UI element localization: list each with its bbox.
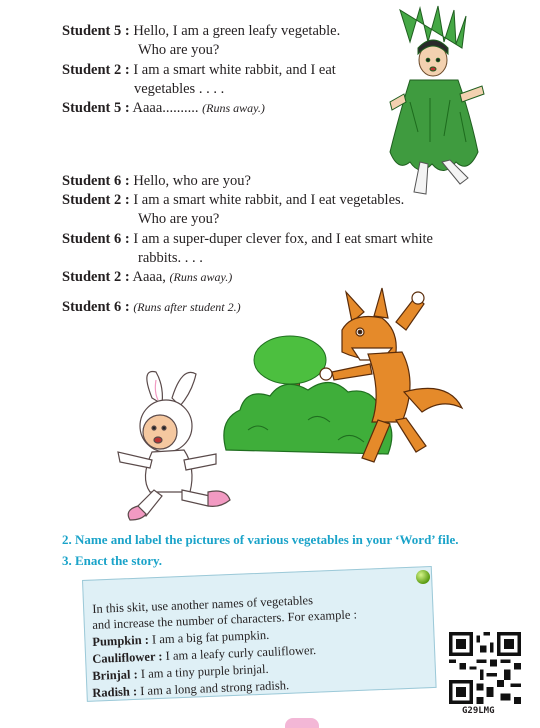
leafy-vegetable-illustration xyxy=(389,5,485,195)
dialogue-continuation: Who are you? xyxy=(138,42,220,58)
example-label: Radish : xyxy=(92,684,138,700)
rabbit-illustration xyxy=(117,370,231,521)
speaker-label: Student 5 : xyxy=(62,100,130,116)
dialogue-continuation: Who are you? xyxy=(138,211,220,227)
stage-direction: (Runs away.) xyxy=(202,101,265,115)
page-tab xyxy=(285,718,319,728)
speaker-label: Student 6 : xyxy=(62,231,130,247)
dialogue-text: Hello, I am a green leafy vegetable. xyxy=(133,23,341,39)
dialogue-text: I am a smart white rabbit, and I eat veg… xyxy=(133,192,405,208)
speaker-label: Student 6 : xyxy=(62,299,130,315)
dialogue-continuation: vegetables . . . . xyxy=(134,81,225,97)
dialogue-line-6: Student 6 : I am a super-duper clever fo… xyxy=(62,230,433,248)
qr-code-icon[interactable] xyxy=(449,632,521,704)
dialogue-line-8: Student 6 : (Runs after student 2.) xyxy=(62,298,241,316)
speaker-label: Student 6 : xyxy=(62,173,130,189)
dialogue-line-5: Student 2 : I am a smart white rabbit, a… xyxy=(62,191,404,209)
task-3: 3. Enact the story. xyxy=(62,553,163,568)
dialogue-text: Aaaa.......... xyxy=(132,100,199,116)
example-label: Cauliflower : xyxy=(92,649,163,666)
stage-direction: (Runs away.) xyxy=(169,270,233,284)
example-label: Pumpkin : xyxy=(92,632,150,649)
dialogue-line-7: Student 2 : Aaaa, (Runs away.) xyxy=(62,268,232,286)
fox-illustration xyxy=(319,287,464,463)
stage-direction: (Runs after student 2.) xyxy=(133,300,241,314)
dialogue-text: Hello, who are you? xyxy=(133,173,251,189)
dialogue-text: Aaaa, xyxy=(132,269,166,285)
example-label: Brinjal : xyxy=(92,667,139,683)
speaker-label: Student 2 : xyxy=(62,192,130,208)
dialogue-line-2: Student 2 : I am a smart white rabbit, a… xyxy=(62,61,336,79)
speaker-label: Student 2 : xyxy=(62,62,130,78)
dialogue-text: I am a super-duper clever fox, and I eat… xyxy=(133,231,433,247)
pin-icon xyxy=(416,570,430,584)
dialogue-text: I am a smart white rabbit, and I eat xyxy=(133,62,336,78)
dialogue-line-1: Student 5 : Hello, I am a green leafy ve… xyxy=(62,22,340,40)
dialogue-line-3: Student 5 : Aaaa.......... (Runs away.) xyxy=(62,99,265,117)
dialogue-line-4: Student 6 : Hello, who are you? xyxy=(62,172,251,190)
qr-code-label: G29LMG xyxy=(462,706,495,716)
dialogue-continuation: rabbits. . . . xyxy=(138,250,203,266)
speaker-label: Student 5 : xyxy=(62,23,130,39)
speaker-label: Student 2 : xyxy=(62,269,130,285)
task-2: 2. Name and label the pictures of variou… xyxy=(62,532,459,547)
